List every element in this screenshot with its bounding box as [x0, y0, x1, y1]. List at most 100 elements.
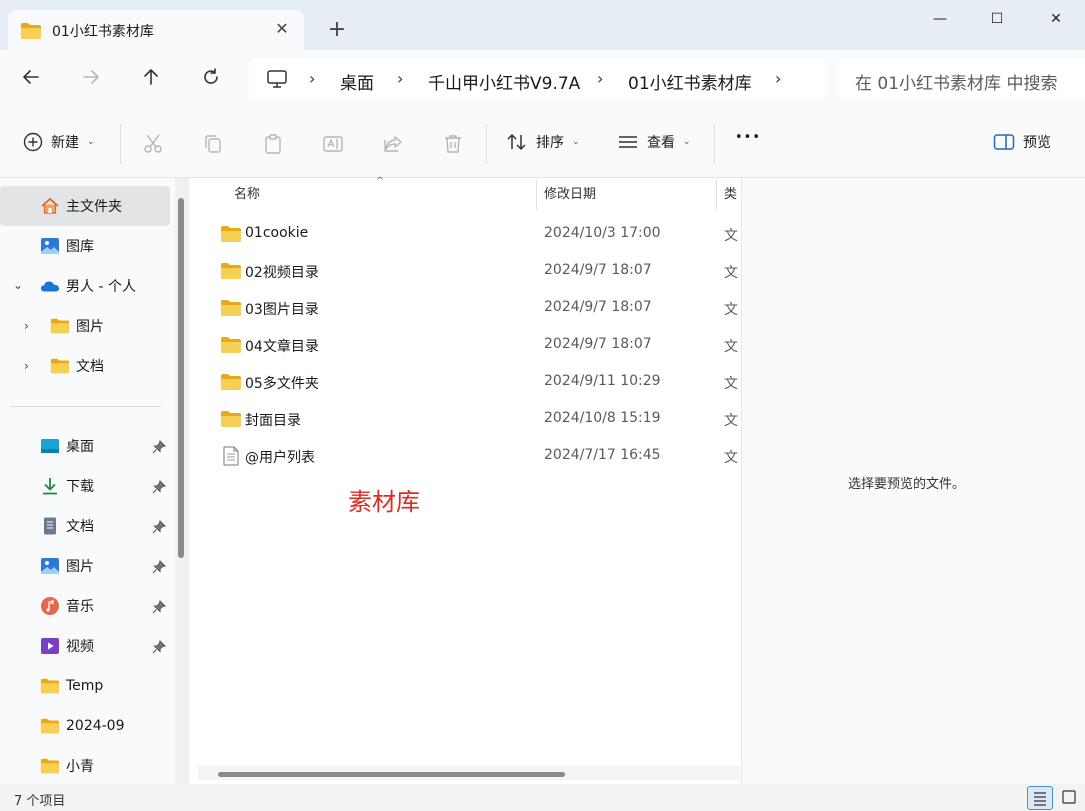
- address-bar[interactable]: › 桌面 › 千山甲小红书V9.7A › 01小红书素材库 ›: [249, 59, 827, 99]
- file-row[interactable]: 04文章目录 2024/9/7 18:07 文: [190, 327, 741, 364]
- sidebar-item-label: 2024-09: [66, 718, 125, 734]
- file-date: 2024/10/8 15:19: [544, 410, 661, 426]
- sidebar-item-label: 主文件夹: [66, 199, 122, 215]
- file-name: 03图片目录: [245, 302, 319, 318]
- column-header-date[interactable]: 修改日期: [544, 178, 596, 212]
- folder-icon: [40, 716, 60, 736]
- copy-icon[interactable]: [201, 132, 225, 156]
- pin-icon[interactable]: [152, 560, 166, 574]
- sidebar-item-label: 桌面: [66, 439, 94, 455]
- more-options-button[interactable]: •••: [735, 130, 761, 145]
- minimize-button[interactable]: —: [920, 6, 960, 32]
- folder-icon: [220, 224, 242, 244]
- cut-icon[interactable]: [141, 132, 165, 156]
- sidebar-item-2024-09[interactable]: 2024-09: [0, 706, 170, 746]
- column-divider[interactable]: [536, 180, 537, 210]
- file-row[interactable]: 03图片目录 2024/9/7 18:07 文: [190, 290, 741, 327]
- sidebar-item-documents[interactable]: 文档: [0, 506, 170, 546]
- column-header-name[interactable]: 名称: [234, 178, 260, 212]
- folder-icon: [50, 356, 70, 376]
- paste-icon[interactable]: [261, 132, 285, 156]
- sidebar-item-temp[interactable]: Temp: [0, 666, 170, 706]
- folder-icon: [220, 409, 242, 429]
- sidebar-item-label: 图片: [76, 319, 104, 335]
- pin-icon[interactable]: [152, 640, 166, 654]
- sort-button[interactable]: 排序 ⌄: [506, 132, 580, 152]
- sidebar-item-pictures[interactable]: 图片: [0, 546, 170, 586]
- sidebar-item-label: 文档: [66, 519, 94, 535]
- tiles-view-button[interactable]: [1057, 786, 1083, 810]
- share-icon[interactable]: [381, 132, 405, 156]
- refresh-button[interactable]: [197, 66, 225, 94]
- file-row[interactable]: 封面目录 2024/10/8 15:19 文: [190, 401, 741, 438]
- column-divider[interactable]: [716, 180, 717, 210]
- search-input[interactable]: 在 01小红书素材库 中搜索: [837, 59, 1085, 99]
- title-bar: 01小红书素材库 ✕ + — ☐ ✕: [0, 0, 1085, 50]
- folder-icon: [40, 676, 60, 696]
- forward-button[interactable]: [77, 66, 105, 94]
- sidebar-item-desktop[interactable]: 桌面: [0, 426, 170, 466]
- sidebar-item-onedrive[interactable]: 男人 - 个人: [0, 266, 170, 306]
- sidebar-item-label: 文档: [76, 359, 104, 375]
- address-row: › 桌面 › 千山甲小红书V9.7A › 01小红书素材库 › 在 01小红书素…: [0, 50, 1085, 110]
- sidebar-item-downloads[interactable]: 下载: [0, 466, 170, 506]
- view-button[interactable]: 查看 ⌄: [617, 132, 691, 152]
- maximize-button[interactable]: ☐: [977, 6, 1017, 32]
- details-view-icon: [1034, 792, 1046, 806]
- chevron-down-icon: ⌄: [683, 137, 691, 147]
- plus-circle-icon: [23, 132, 43, 152]
- file-row[interactable]: 02视频目录 2024/9/7 18:07 文: [190, 253, 741, 290]
- close-tab-icon[interactable]: ✕: [272, 19, 292, 39]
- gallery-icon: [41, 238, 59, 254]
- column-header-type[interactable]: 类: [724, 178, 737, 212]
- new-label: 新建: [51, 135, 79, 151]
- horizontal-scrollbar-thumb[interactable]: [218, 772, 565, 777]
- sidebar-item-videos[interactable]: 视频: [0, 626, 170, 666]
- video-icon: [41, 638, 59, 654]
- sidebar-item-gallery[interactable]: 图库: [0, 226, 170, 266]
- file-row[interactable]: 05多文件夹 2024/9/11 10:29 文: [190, 364, 741, 401]
- pin-icon[interactable]: [152, 520, 166, 534]
- folder-icon: [50, 316, 70, 336]
- back-button[interactable]: [17, 66, 45, 94]
- sidebar-item-music[interactable]: 音乐: [0, 586, 170, 626]
- arrow-right-icon: [83, 70, 99, 84]
- sidebar-item-home[interactable]: 主文件夹: [0, 186, 170, 226]
- folder-icon: [220, 335, 242, 355]
- breadcrumb-parent[interactable]: 千山甲小红书V9.7A: [428, 69, 580, 94]
- command-bar: 新建 ⌄ 排序 ⌄ 查看 ⌄ ••• 预览: [0, 110, 1085, 178]
- text-file-icon: [223, 446, 239, 466]
- delete-icon[interactable]: [441, 132, 465, 156]
- sidebar-item-onedrive-documents[interactable]: 文档: [0, 346, 170, 386]
- chevron-right-icon[interactable]: ›: [775, 69, 781, 88]
- details-view-button[interactable]: [1027, 786, 1053, 810]
- music-icon: [41, 597, 59, 615]
- sidebar-item-label: Temp: [66, 678, 104, 694]
- preview-button[interactable]: 预览: [993, 132, 1051, 152]
- up-button[interactable]: [137, 66, 165, 94]
- close-window-button[interactable]: ✕: [1036, 6, 1076, 32]
- pin-icon[interactable]: [152, 440, 166, 454]
- file-name: @用户列表: [245, 450, 315, 466]
- folder-icon: [40, 756, 60, 776]
- breadcrumb-current[interactable]: 01小红书素材库: [628, 69, 752, 94]
- search-placeholder: 在 01小红书素材库 中搜索: [855, 74, 1058, 94]
- sidebar-item-onedrive-pictures[interactable]: 图片: [0, 306, 170, 346]
- desktop-icon: [41, 439, 59, 453]
- pin-icon[interactable]: [152, 600, 166, 614]
- new-tab-button[interactable]: +: [325, 18, 349, 42]
- sidebar-item-label: 音乐: [66, 599, 94, 615]
- file-date: 2024/9/11 10:29: [544, 373, 661, 389]
- pin-icon[interactable]: [152, 480, 166, 494]
- folder-icon: [220, 261, 242, 281]
- sidebar-item-xiaoqing[interactable]: 小青: [0, 746, 170, 786]
- breadcrumb-desktop[interactable]: 桌面: [340, 69, 374, 94]
- file-row[interactable]: 01cookie 2024/10/3 17:00 文: [190, 216, 741, 253]
- file-row[interactable]: @用户列表 2024/7/17 16:45 文: [190, 438, 741, 475]
- file-date: 2024/9/7 18:07: [544, 336, 652, 352]
- new-button[interactable]: 新建 ⌄: [23, 132, 95, 152]
- tab-active[interactable]: 01小红书素材库 ✕: [8, 10, 304, 50]
- rename-icon[interactable]: [321, 132, 345, 156]
- file-name: 02视频目录: [245, 265, 319, 281]
- sidebar-scrollbar-thumb[interactable]: [178, 198, 184, 558]
